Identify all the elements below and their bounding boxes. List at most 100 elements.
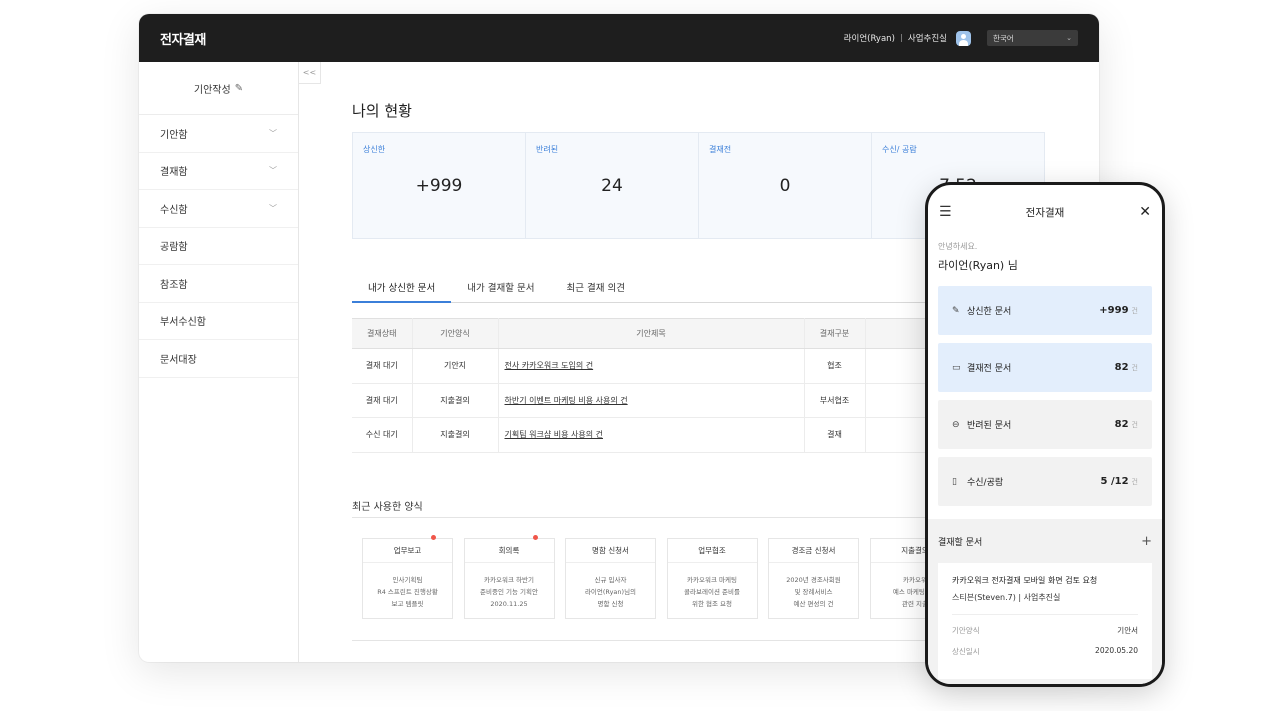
mobile-card-count: 82 [1114,419,1129,430]
mobile-phone: ☰ 전자결재 ✕ 안녕하세요. 라이언(Ryan) 님 ✎ 상신한 문서 +999 건… [925,182,1165,687]
folder-icon: ▭ [952,362,961,373]
page-title: 나의 현황 [352,102,412,120]
doc-title-link[interactable]: 전사 카카오워크 도입의 건 [498,348,805,384]
mobile-header: ☰ 전자결재 ✕ [928,185,1162,239]
column-header: 결재구분 [804,318,866,349]
approval-doc-card[interactable]: 카카오워크 전자결재 모바일 화면 검토 요청 스티븐(Steven.7) | … [938,563,1152,679]
form-desc: 카카오워크 하반기 준비중인 기능 기획안 2020.11.25 [480,576,538,608]
plus-icon[interactable]: + [1141,534,1152,549]
stat-label: 결재전 [709,145,732,154]
approval-header: 결재할 문서 + [928,519,1162,563]
column-header: 기안제목 [498,318,805,349]
chevron-down-icon: ⌄ [1066,34,1072,42]
table-cell: 결재 대기 [352,383,413,418]
mobile-card-unit: 건 [1131,363,1138,372]
sidebar-item-label: 참조함 [160,279,188,291]
form-card[interactable]: 업무협조 카카오워크 마케팅 콜라보레이션 준비를 위한 협조 요청 [666,538,758,619]
approval-doc-author: 스티븐(Steven.7) | 사업추진실 [952,593,1061,602]
divider [900,34,902,42]
sidebar-item[interactable]: 문서대장 [139,340,298,378]
chevron-down-icon: ﹀ [269,203,277,213]
top-bar: 전자결재 라이언(Ryan) 사업추진실 한국어 ⌄ [139,14,1099,62]
sidebar-item[interactable]: 공람함 [139,228,298,265]
mobile-summary-card[interactable]: ▭ 결재전 문서 82 건 [938,343,1152,392]
mobile-card-unit: 건 [1131,306,1138,315]
sidebar-item[interactable]: 기안함 ﹀ [139,115,298,153]
form-card[interactable]: 경조금 신청서 2020년 경조사회원 및 장례서비스 예산 편성의 건 [768,538,859,619]
stat-card[interactable]: 반려된 24 [526,133,699,238]
sidebar-item[interactable]: 결재함 ﹀ [139,153,298,190]
form-desc: 2020년 경조사회원 및 장례서비스 예산 편성의 건 [786,576,841,608]
mobile-title: 전자결재 [1025,206,1065,219]
sidebar-collapse-button[interactable]: << [299,62,321,84]
mobile-card-label: 결재전 문서 [967,364,1012,374]
approval-title: 결재할 문서 [938,537,983,548]
hamburger-menu-icon[interactable]: ☰ [939,204,957,220]
stat-card[interactable]: 상신한 +999 [353,133,526,238]
form-card[interactable]: 명함 신청서 신규 입사자 라이언(Ryan)님의 명함 신청 [565,538,656,619]
tab[interactable]: 내가 상신한 문서 [352,280,452,303]
app-brand[interactable]: 전자결재 [160,29,206,48]
stat-label: 반려된 [536,145,559,154]
form-card[interactable]: 업무보고 인사기획팀 R4 스프린트 진행상황 보고 템플릿 [362,535,453,619]
language-select[interactable]: 한국어 ⌄ [987,30,1078,46]
column-header: 결재상태 [352,318,413,349]
write-draft-button[interactable]: 기안작성 ✎ [139,62,298,115]
greeting: 안녕하세요. [938,242,978,251]
stat-value: +999 [415,176,463,196]
user-info: 라이언(Ryan) 사업추진실 한국어 ⌄ [844,30,1078,46]
form-title: 업무협조 [667,539,757,563]
sidebar-item[interactable]: 수신함 ﹀ [139,190,298,228]
form-desc: 인사기획팀 R4 스프린트 진행상황 보고 템플릿 [377,576,438,608]
minus-circle-icon: ⊖ [952,419,960,430]
mobile-card-count: 5 /12 [1100,476,1129,487]
mobile-summary-card[interactable]: ⊖ 반려된 문서 82 건 [938,400,1152,449]
tab[interactable]: 내가 결재할 문서 [451,280,550,303]
form-title: 회의록 [464,539,554,563]
doc-title-link[interactable]: 기획팀 워크샵 비용 사용의 건 [498,417,805,453]
mobile-card-label: 수신/공람 [967,478,1004,488]
divider [952,614,1138,615]
sidebar-item[interactable]: 부서수신함 [139,303,298,340]
approval-date-row: 상신일시 2020.05.20 [952,646,1138,657]
approval-section: 결재할 문서 + 카카오워크 전자결재 모바일 화면 검토 요청 스티븐(Ste… [928,519,1162,684]
date-label: 상신일시 [952,647,980,656]
form-value: 기안서 [1117,626,1138,635]
table-cell: 협조 [804,348,866,384]
pencil-icon: ✎ [952,305,960,316]
mobile-summary-cards: ✎ 상신한 문서 +999 건 ▭ 결재전 문서 82 건 ⊖ 반려된 문서 82 건 ▯ 수신/공람 5 … [928,286,1162,506]
table-cell: 지출결의 [412,417,499,453]
write-draft-label: 기안작성 [193,84,231,96]
approval-doc-title: 카카오워크 전자결재 모바일 화면 검토 요청 [952,576,1098,585]
recent-forms-title: 최근 사용한 양식 [352,502,423,513]
sidebar-item[interactable]: 참조함 [139,265,298,303]
sidebar-item-label: 공람함 [160,242,188,254]
avatar[interactable] [956,30,971,46]
form-desc: 신규 입사자 라이언(Ryan)님의 명함 신청 [584,576,637,608]
user-name: 라이언(Ryan) [843,34,895,44]
chevron-down-icon: ﹀ [269,128,277,138]
mobile-summary-card[interactable]: ▯ 수신/공람 5 /12 건 [938,457,1152,506]
mobile-card-count: 82 [1114,362,1129,373]
form-title: 경조금 신청서 [769,539,858,563]
mobile-card-unit: 건 [1131,477,1138,486]
stat-card[interactable]: 결재전 0 [699,133,872,238]
mobile-summary-card[interactable]: ✎ 상신한 문서 +999 건 [938,286,1152,335]
sidebar-item-label: 문서대장 [160,354,197,366]
tab[interactable]: 최근 결재 의견 [550,280,640,303]
table-cell: 지출결의 [412,383,499,418]
mobile-username: 라이언(Ryan) 님 [938,259,1018,272]
table-cell: 부서협조 [804,383,866,418]
user-dept: 사업추진실 [907,34,947,44]
recent-forms-list: 업무보고 인사기획팀 R4 스프린트 진행상황 보고 템플릿 회의록 카카오워크 하반… [362,535,971,619]
mobile-card-label: 상신한 문서 [967,307,1012,317]
sidebar-item-label: 결재함 [160,167,188,179]
mobile-card-unit: 건 [1131,420,1138,429]
form-card[interactable]: 회의록카카오워크 하반기 준비중인 기능 기획안 2020.11.25 [463,535,555,619]
chevron-down-icon: ﹀ [269,166,277,176]
close-icon[interactable]: ✕ [1133,204,1151,220]
new-badge-dot [431,535,436,540]
sidebar: 기안작성 ✎ 기안함 ﹀ 결재함 ﹀ 수신함 ﹀ 공람함 참조함 부서수신함 문서대장 [139,62,299,662]
doc-title-link[interactable]: 하반기 이벤트 마케팅 비용 사용의 건 [498,383,805,418]
language-value: 한국어 [993,33,1014,43]
